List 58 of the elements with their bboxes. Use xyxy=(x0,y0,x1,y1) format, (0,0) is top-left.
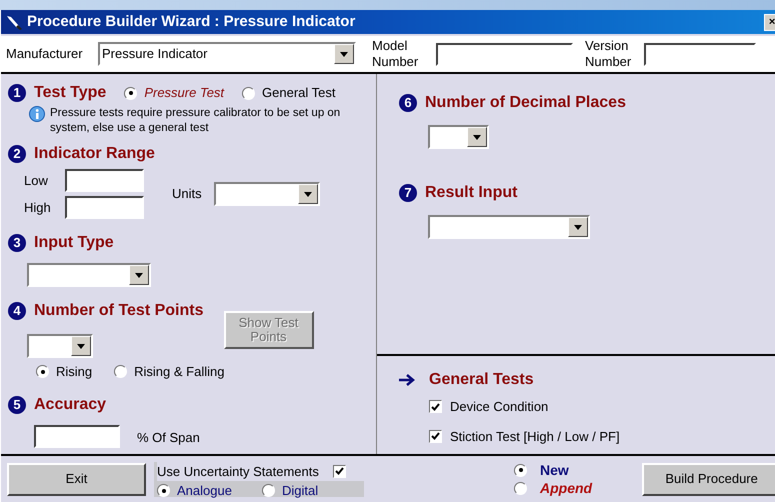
section-title: Result Input xyxy=(425,183,518,203)
step-number: 6 xyxy=(399,94,417,112)
dropdown[interactable] xyxy=(428,125,489,149)
section-title: General Tests xyxy=(429,370,534,390)
step-number: 1 xyxy=(8,84,26,102)
info-text: Pressure tests require pressure calibrator to be set up on system, else use a general test xyxy=(50,106,342,136)
radio-button[interactable] xyxy=(157,484,170,498)
close-button[interactable]: × xyxy=(764,14,775,30)
section-title: Number of Test Points xyxy=(34,301,204,321)
radio-label[interactable]: Append xyxy=(540,479,592,497)
radio-button[interactable] xyxy=(514,464,527,476)
radio-button[interactable] xyxy=(242,86,256,100)
input-field[interactable] xyxy=(65,196,144,219)
field-label: Units xyxy=(172,185,202,204)
checkbox[interactable] xyxy=(429,430,442,443)
radio-button[interactable] xyxy=(114,365,128,378)
radio-label[interactable]: General Test xyxy=(262,83,336,103)
checkbox[interactable] xyxy=(429,400,442,414)
radio-label[interactable]: Digital xyxy=(282,481,318,500)
input-field[interactable] xyxy=(65,169,144,192)
radio-label[interactable]: Pressure Test xyxy=(144,83,224,103)
window-title: Procedure Builder Wizard : Pressure Indicator xyxy=(27,12,356,32)
arrow-icon xyxy=(399,374,415,386)
radio-button[interactable] xyxy=(514,482,527,494)
radio-label[interactable]: Analogue xyxy=(177,481,232,500)
radio-button[interactable] xyxy=(124,86,138,100)
field-label: High xyxy=(24,198,52,217)
step-number: 5 xyxy=(8,396,26,414)
exit-button[interactable]: Exit xyxy=(7,462,146,496)
radio-button[interactable] xyxy=(36,365,49,378)
section-title: Number of Decimal Places xyxy=(425,93,626,113)
build-procedure-button[interactable]: Build Procedure xyxy=(642,462,775,496)
input-field[interactable] xyxy=(34,424,120,448)
step-number: 2 xyxy=(8,145,26,163)
section-title: Accuracy xyxy=(34,394,106,414)
checkbox-label[interactable]: Stiction Test [High / Low / PF] xyxy=(450,426,620,446)
dropdown[interactable] xyxy=(27,334,93,358)
radio-label[interactable]: Rising & Falling xyxy=(134,362,224,382)
field-label: Low xyxy=(24,172,49,190)
radio-label[interactable]: New xyxy=(540,461,569,479)
field-label: Manufacturer xyxy=(6,45,84,64)
checkbox-label[interactable]: Device Condition xyxy=(450,397,548,416)
checkbox[interactable] xyxy=(332,464,346,478)
dropdown[interactable]: Pressure Indicator xyxy=(98,42,356,66)
wrench-icon xyxy=(5,14,23,30)
step-number: 3 xyxy=(8,234,26,252)
section-title: Input Type xyxy=(34,233,114,253)
section-title: Indicator Range xyxy=(34,144,155,164)
radio-label[interactable]: Rising xyxy=(56,362,92,382)
dropdown[interactable] xyxy=(214,182,320,206)
step-number: 7 xyxy=(399,184,417,202)
info-icon xyxy=(28,106,46,124)
step-number: 4 xyxy=(8,302,26,320)
field-label: Version Number xyxy=(585,38,632,70)
field-label: Model Number xyxy=(372,38,420,70)
section-title: Test Type xyxy=(34,83,106,103)
field-label: % Of Span xyxy=(137,429,200,447)
radio-button[interactable] xyxy=(262,484,275,498)
